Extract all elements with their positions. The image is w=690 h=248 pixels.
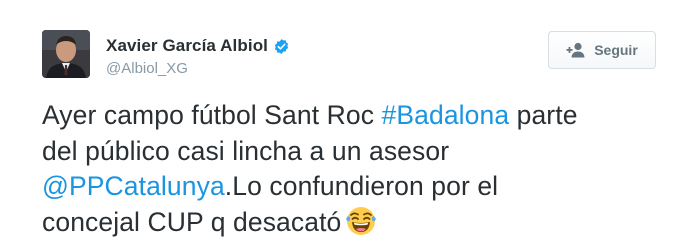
laughing-tears-emoji-icon <box>345 205 377 237</box>
mention-link[interactable]: @PPCatalunya <box>42 171 225 201</box>
verified-badge-icon <box>273 38 290 55</box>
tweet-line-3: @PPCatalunya.Lo confundieron por el <box>42 169 672 205</box>
user-handle[interactable]: @Albiol_XG <box>106 60 188 77</box>
tweet-text-segment: .Lo confundieron por el <box>224 171 499 201</box>
display-name[interactable]: Xavier García Albiol <box>106 36 268 56</box>
avatar[interactable] <box>42 30 90 78</box>
tweet-text-segment: parte <box>509 100 578 130</box>
tweet-text: Ayer campo fútbol Sant Roc #Badalona par… <box>42 98 672 240</box>
profile-photo <box>42 30 90 78</box>
follow-label: Seguir <box>594 42 638 58</box>
tweet-line-4: concejal CUP q desacató <box>42 205 672 241</box>
tweet-card: Xavier García Albiol @Albiol_XG Seguir A… <box>0 0 690 248</box>
add-user-icon <box>566 42 588 58</box>
follow-button[interactable]: Seguir <box>548 31 656 69</box>
name-row: Xavier García Albiol <box>106 36 290 56</box>
tweet-line-2: del público casi lincha a un asesor <box>42 135 450 166</box>
tweet-line-1: Ayer campo fútbol Sant Roc #Badalona par… <box>42 98 672 134</box>
hashtag-link[interactable]: #Badalona <box>382 100 510 130</box>
tweet-text-segment: concejal CUP q desacató <box>42 206 342 237</box>
tweet-text-segment: Ayer campo fútbol Sant Roc <box>42 100 382 130</box>
